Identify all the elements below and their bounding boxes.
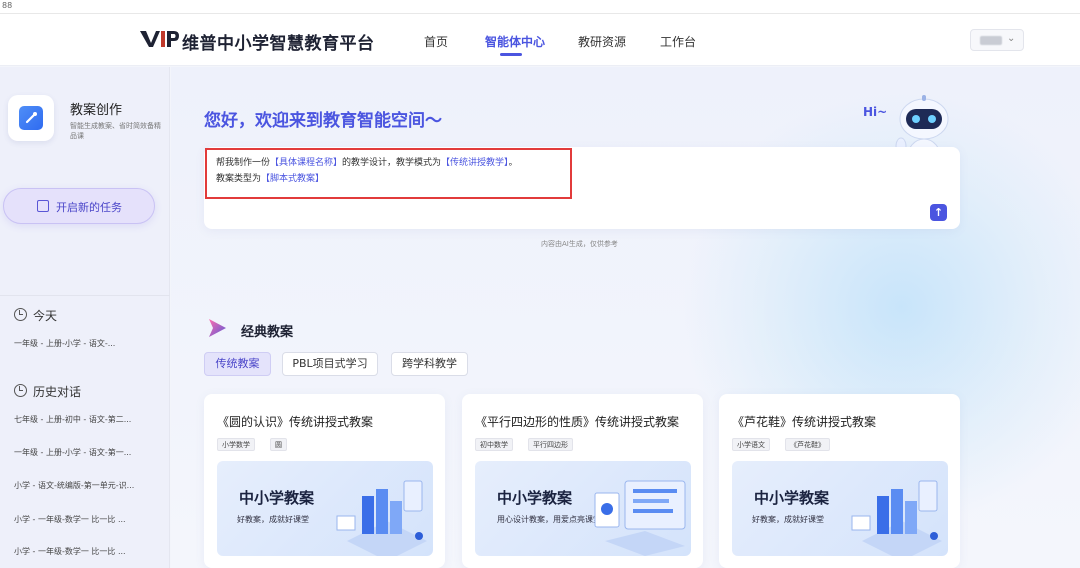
banner-subtitle: 好教案，成就好课堂 [752, 515, 824, 524]
lesson-plan-app-icon [8, 95, 54, 141]
app-title: 教案创作 [70, 103, 123, 118]
card-tag: 小学语文 [732, 438, 770, 451]
window-top-strip: 88 [0, 0, 1080, 14]
clock-icon [14, 308, 27, 321]
prompt-variable-mode[interactable]: 【传统讲授教学】 [441, 158, 509, 168]
prompt-line-1: 帮我制作一份【具体课程名称】的教学设计，教学模式为【传统讲授教学】。 [216, 155, 518, 168]
vip-logo [140, 31, 179, 47]
nav-research-resources[interactable]: 教研资源 [578, 33, 626, 50]
prompt-variable-course[interactable]: 【具体课程名称】 [270, 158, 342, 168]
banner-subtitle: 好教案，成就好课堂 [237, 515, 309, 524]
chevron-down-icon: ⌄ [1007, 33, 1016, 44]
card-banner: 中小学教案 好教案，成就好课堂 [732, 461, 948, 556]
new-task-button[interactable]: 开启新的任务 [3, 188, 155, 224]
history-item[interactable]: 小学 - 语文-统编版-第一单元-识... [14, 480, 134, 491]
nav-home[interactable]: 首页 [424, 33, 448, 50]
card-tag: 圆 [270, 438, 287, 451]
user-name-blurred [980, 36, 1002, 45]
arrow-up-icon: ↑ [933, 206, 944, 219]
card-title: 《平行四边形的性质》传统讲授式教案 [475, 415, 680, 429]
card-title: 《芦花鞋》传统讲授式教案 [732, 415, 877, 429]
prompt-text: 教案类型为 [216, 174, 262, 184]
top-strip-text: 88 [2, 1, 13, 10]
isometric-books-illustration [336, 480, 427, 556]
card-banner: 中小学教案 用心设计教案，用爱点亮课堂 [475, 461, 691, 556]
tab-interdisciplinary[interactable]: 跨学科教学 [391, 352, 468, 376]
tab-traditional[interactable]: 传统教案 [204, 352, 271, 376]
card-title: 《圆的认识》传统讲授式教案 [217, 415, 374, 429]
lesson-card[interactable]: 《平行四边形的性质》传统讲授式教案 初中数学 平行四边形 中小学教案 用心设计教… [462, 394, 703, 568]
prompt-text: 的教学设计，教学模式为 [342, 158, 442, 168]
lesson-card[interactable]: 《圆的认识》传统讲授式教案 小学数学 圆 中小学教案 好教案，成就好课堂 [204, 394, 445, 568]
banner-title: 中小学教案 [754, 489, 830, 507]
clock-icon [14, 384, 27, 397]
prompt-text: 。 [508, 158, 518, 168]
prompt-line-2: 教案类型为【脚本式教案】 [216, 171, 324, 184]
prompt-variable-type[interactable]: 【脚本式教案】 [261, 174, 324, 184]
isometric-books-illustration [851, 480, 942, 556]
card-tag: 平行四边形 [528, 438, 573, 451]
tab-pbl[interactable]: PBL项目式学习 [282, 352, 378, 376]
app-description: 智能生成教案、省时简效备精品课 [70, 122, 161, 140]
history-item[interactable]: 小学 - 一年级-数学一 比一比 ... [14, 514, 126, 525]
nav-workbench[interactable]: 工作台 [660, 33, 696, 50]
lesson-card[interactable]: 《芦花鞋》传统讲授式教案 小学语文 《芦花鞋》 中小学教案 好教案，成就好课堂 [719, 394, 960, 568]
user-menu[interactable]: ⌄ [970, 29, 1024, 51]
history-item[interactable]: 小学 - 一年级-数学一 比一比 ... [14, 546, 126, 557]
sidebar: 教案创作 智能生成教案、省时简效备精品课 开启新的任务 今天 一年级 - 上册-… [0, 67, 170, 568]
ai-disclaimer: 内容由AI生成，仅供参考 [541, 240, 618, 248]
classic-plans-title: 经典教案 [241, 325, 294, 340]
nav-agent-center[interactable]: 智能体中心 [485, 33, 545, 50]
card-banner: 中小学教案 好教案，成就好课堂 [217, 461, 433, 556]
banner-title: 中小学教案 [497, 489, 573, 507]
main-content: 您好，欢迎来到教育智能空间～ Hi~ 帮我制作一份【具体课程名称】的教学设计，教… [171, 67, 1080, 568]
nav-active-underline [500, 53, 522, 56]
top-header: 维普中小学智慧教育平台 首页 智能体中心 教研资源 工作台 ⌄ [0, 14, 1080, 66]
card-tag: 小学数学 [217, 438, 255, 451]
new-task-label: 开启新的任务 [56, 201, 122, 214]
brand-title: 维普中小学智慧教育平台 [182, 34, 375, 54]
welcome-greeting: 您好，欢迎来到教育智能空间～ [204, 111, 442, 131]
dashboard-panel-illustration [594, 480, 686, 556]
classic-plans-icon [209, 319, 226, 337]
history-title: 历史对话 [33, 385, 82, 399]
history-item[interactable]: 一年级 - 上册-小学 - 语文-第一... [14, 447, 131, 458]
today-title: 今天 [33, 309, 58, 323]
sidebar-divider [0, 295, 170, 296]
card-tag: 初中数学 [475, 438, 513, 451]
card-tag: 《芦花鞋》 [785, 438, 830, 451]
new-task-icon [37, 200, 49, 212]
book-icon [19, 106, 43, 130]
send-button[interactable]: ↑ [930, 204, 947, 221]
banner-title: 中小学教案 [239, 489, 315, 507]
history-item[interactable]: 七年级 - 上册-初中 - 语文-第二... [14, 414, 131, 425]
prompt-text: 帮我制作一份 [216, 158, 271, 168]
today-item[interactable]: 一年级 - 上册-小学 - 语文-... [14, 338, 115, 349]
robot-greeting: Hi~ [863, 105, 888, 119]
